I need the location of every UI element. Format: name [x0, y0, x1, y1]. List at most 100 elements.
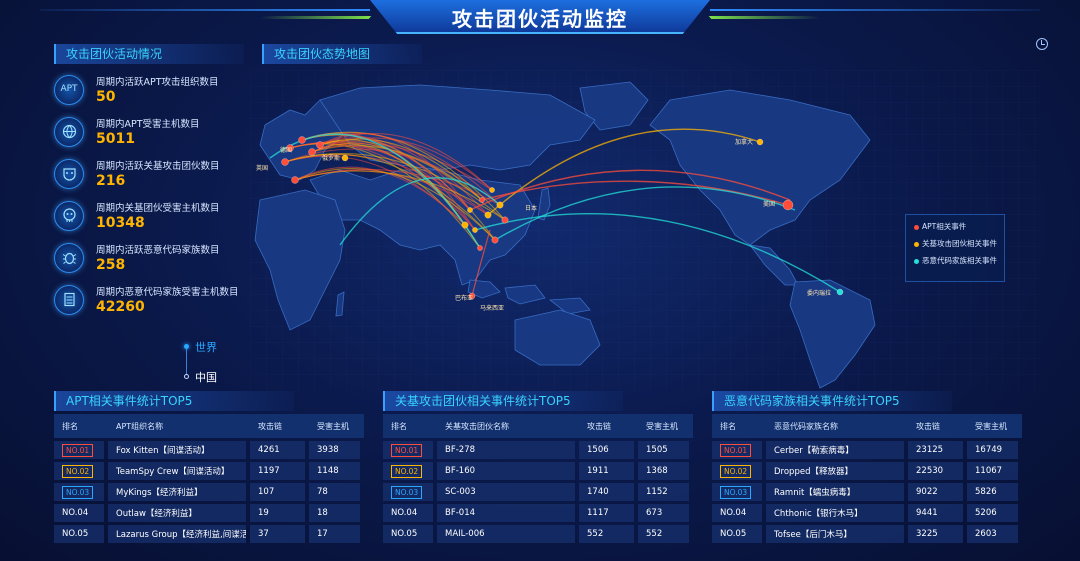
table-row[interactable]: NO.02 Dropped【释放器】 22530 11067: [712, 462, 1022, 480]
event-node[interactable]: [496, 201, 504, 209]
attack-chain-cell: 4261: [250, 441, 305, 459]
table-header-cell[interactable]: 排名: [54, 414, 104, 438]
attack-chain-cell: 37: [250, 525, 305, 543]
table-group-title: 关基攻击团伙相关事件统计TOP5: [383, 391, 623, 411]
attack-chain-cell: 1506: [579, 441, 634, 459]
victim-host-cell: 5206: [967, 504, 1018, 522]
rank-badge: NO.05: [720, 529, 747, 539]
place-label: 巴布亚: [455, 294, 473, 302]
event-node[interactable]: [477, 245, 483, 251]
attack-chain-cell: 1740: [579, 483, 634, 501]
table-header-cell[interactable]: 关基攻击团伙名称: [437, 414, 575, 438]
stat-label: 周期内活跃恶意代码家族数目: [96, 245, 220, 256]
event-node[interactable]: [782, 199, 794, 211]
table-row[interactable]: NO.05 Lazarus Group【经济利益,间谍活... 37 17: [54, 525, 364, 543]
legend-dot-malware: [914, 258, 919, 264]
table-row[interactable]: NO.01 Fox Kitten【间谍活动】 4261 3938: [54, 441, 364, 459]
table-row[interactable]: NO.03 Ramnit【蠕虫病毒】 9022 5826: [712, 483, 1022, 501]
table-row[interactable]: NO.03 SC-003 1740 1152: [383, 483, 693, 501]
event-node[interactable]: [489, 187, 495, 193]
victim-host-cell: 673: [638, 504, 689, 522]
event-node[interactable]: [472, 227, 478, 233]
victim-host-cell: 1505: [638, 441, 689, 459]
scope-world-dot[interactable]: [184, 344, 189, 349]
clock-icon[interactable]: [1036, 38, 1048, 50]
event-node[interactable]: [491, 236, 499, 244]
table-header-cell[interactable]: 攻击链: [579, 414, 634, 438]
rank-cell: NO.05: [383, 525, 433, 543]
name-cell: BF-014: [437, 504, 575, 522]
legend-label: 关基攻击团伙相关事件: [922, 239, 997, 248]
event-node[interactable]: [461, 221, 469, 229]
table-header-cell[interactable]: 排名: [712, 414, 762, 438]
event-node[interactable]: [467, 207, 473, 213]
rank-cell: NO.04: [383, 504, 433, 522]
scope-china-dot[interactable]: [184, 374, 189, 379]
name-cell: BF-160: [437, 462, 575, 480]
table-row[interactable]: NO.05 MAIL-006 552 552: [383, 525, 693, 543]
table-row[interactable]: NO.04 Chthonic【银行木马】 9441 5206: [712, 504, 1022, 522]
table-header-cell[interactable]: 受害主机: [638, 414, 689, 438]
event-node[interactable]: [501, 216, 509, 224]
table-header: 排名 恶意代码家族名称 攻击链 受害主机: [712, 414, 1022, 438]
table-malware: 排名 恶意代码家族名称 攻击链 受害主机 NO.01 Cerber【勒索病毒】 23125 1…: [712, 414, 1022, 543]
name-cell: SC-003: [437, 483, 575, 501]
event-node[interactable]: [316, 141, 324, 149]
table-row[interactable]: NO.01 Cerber【勒索病毒】 23125 16749: [712, 441, 1022, 459]
event-node[interactable]: [756, 138, 764, 146]
table-row[interactable]: NO.05 Tofsee【后门木马】 3225 2603: [712, 525, 1022, 543]
table-row[interactable]: NO.04 Outlaw【经济利益】 19 18: [54, 504, 364, 522]
place-label: 俄罗斯: [322, 154, 340, 162]
bug-icon: [54, 243, 84, 273]
name-cell: Fox Kitten【间谍活动】: [108, 441, 246, 459]
event-node[interactable]: [836, 288, 844, 296]
table-row[interactable]: NO.02 TeamSpy Crew【间谍活动】 1197 1148: [54, 462, 364, 480]
event-node[interactable]: [308, 148, 316, 156]
scope-world-option[interactable]: 世界: [195, 339, 217, 355]
victim-host-cell: 2603: [967, 525, 1018, 543]
header-decor-line-right: [710, 9, 1040, 11]
place-label: 委内瑞拉: [807, 289, 831, 297]
rank-cell: NO.02: [383, 462, 433, 480]
rank-badge: NO.05: [391, 529, 418, 539]
legend-item[interactable]: 恶意代码家族相关事件: [914, 255, 997, 272]
table-header-cell[interactable]: 受害主机: [967, 414, 1018, 438]
event-node[interactable]: [291, 176, 299, 184]
table-row[interactable]: NO.04 BF-014 1117 673: [383, 504, 693, 522]
server-icon: [54, 285, 84, 315]
victim-host-cell: 1152: [638, 483, 689, 501]
rank-badge: NO.01: [62, 443, 94, 457]
legend-item[interactable]: 关基攻击团伙相关事件: [914, 238, 997, 255]
event-node[interactable]: [298, 136, 306, 144]
stat-value: 258: [96, 257, 126, 273]
table-row[interactable]: NO.03 MyKings【经济利益】 107 78: [54, 483, 364, 501]
attack-chain-cell: 552: [579, 525, 634, 543]
map-title: 攻击团伙态势地图: [262, 44, 422, 64]
table-header-cell[interactable]: 排名: [383, 414, 433, 438]
table-header-cell[interactable]: 攻击链: [250, 414, 305, 438]
legend-item[interactable]: APT相关事件: [914, 221, 996, 238]
event-node[interactable]: [281, 158, 289, 166]
table-header-cell[interactable]: 攻击链: [908, 414, 963, 438]
attack-chain-cell: 1117: [579, 504, 634, 522]
map-legend: APT相关事件 关基攻击团伙相关事件 恶意代码家族相关事件: [905, 214, 1005, 282]
event-node[interactable]: [341, 154, 349, 162]
table-header-cell[interactable]: 恶意代码家族名称: [766, 414, 904, 438]
event-node[interactable]: [479, 197, 485, 203]
attack-chain-cell: 107: [250, 483, 305, 501]
stat-item: 周期内关基团伙受害主机数目 10348: [54, 198, 244, 240]
scope-china-option[interactable]: 中国: [195, 369, 217, 385]
table-header-cell[interactable]: APT组织名称: [108, 414, 246, 438]
rank-badge: NO.02: [720, 464, 752, 478]
rank-cell: NO.04: [712, 504, 762, 522]
rank-badge: NO.02: [62, 464, 94, 478]
victim-host-cell: 1148: [309, 462, 360, 480]
place-label: 美国: [763, 200, 775, 208]
attack-chain-cell: 1197: [250, 462, 305, 480]
stat-item: 周期内恶意代码家族受害主机数目 42260: [54, 282, 244, 324]
table-row[interactable]: NO.01 BF-278 1506 1505: [383, 441, 693, 459]
event-node[interactable]: [484, 211, 492, 219]
table-row[interactable]: NO.02 BF-160 1911 1368: [383, 462, 693, 480]
table-header-cell[interactable]: 受害主机: [309, 414, 360, 438]
attack-chain-cell: 23125: [908, 441, 963, 459]
